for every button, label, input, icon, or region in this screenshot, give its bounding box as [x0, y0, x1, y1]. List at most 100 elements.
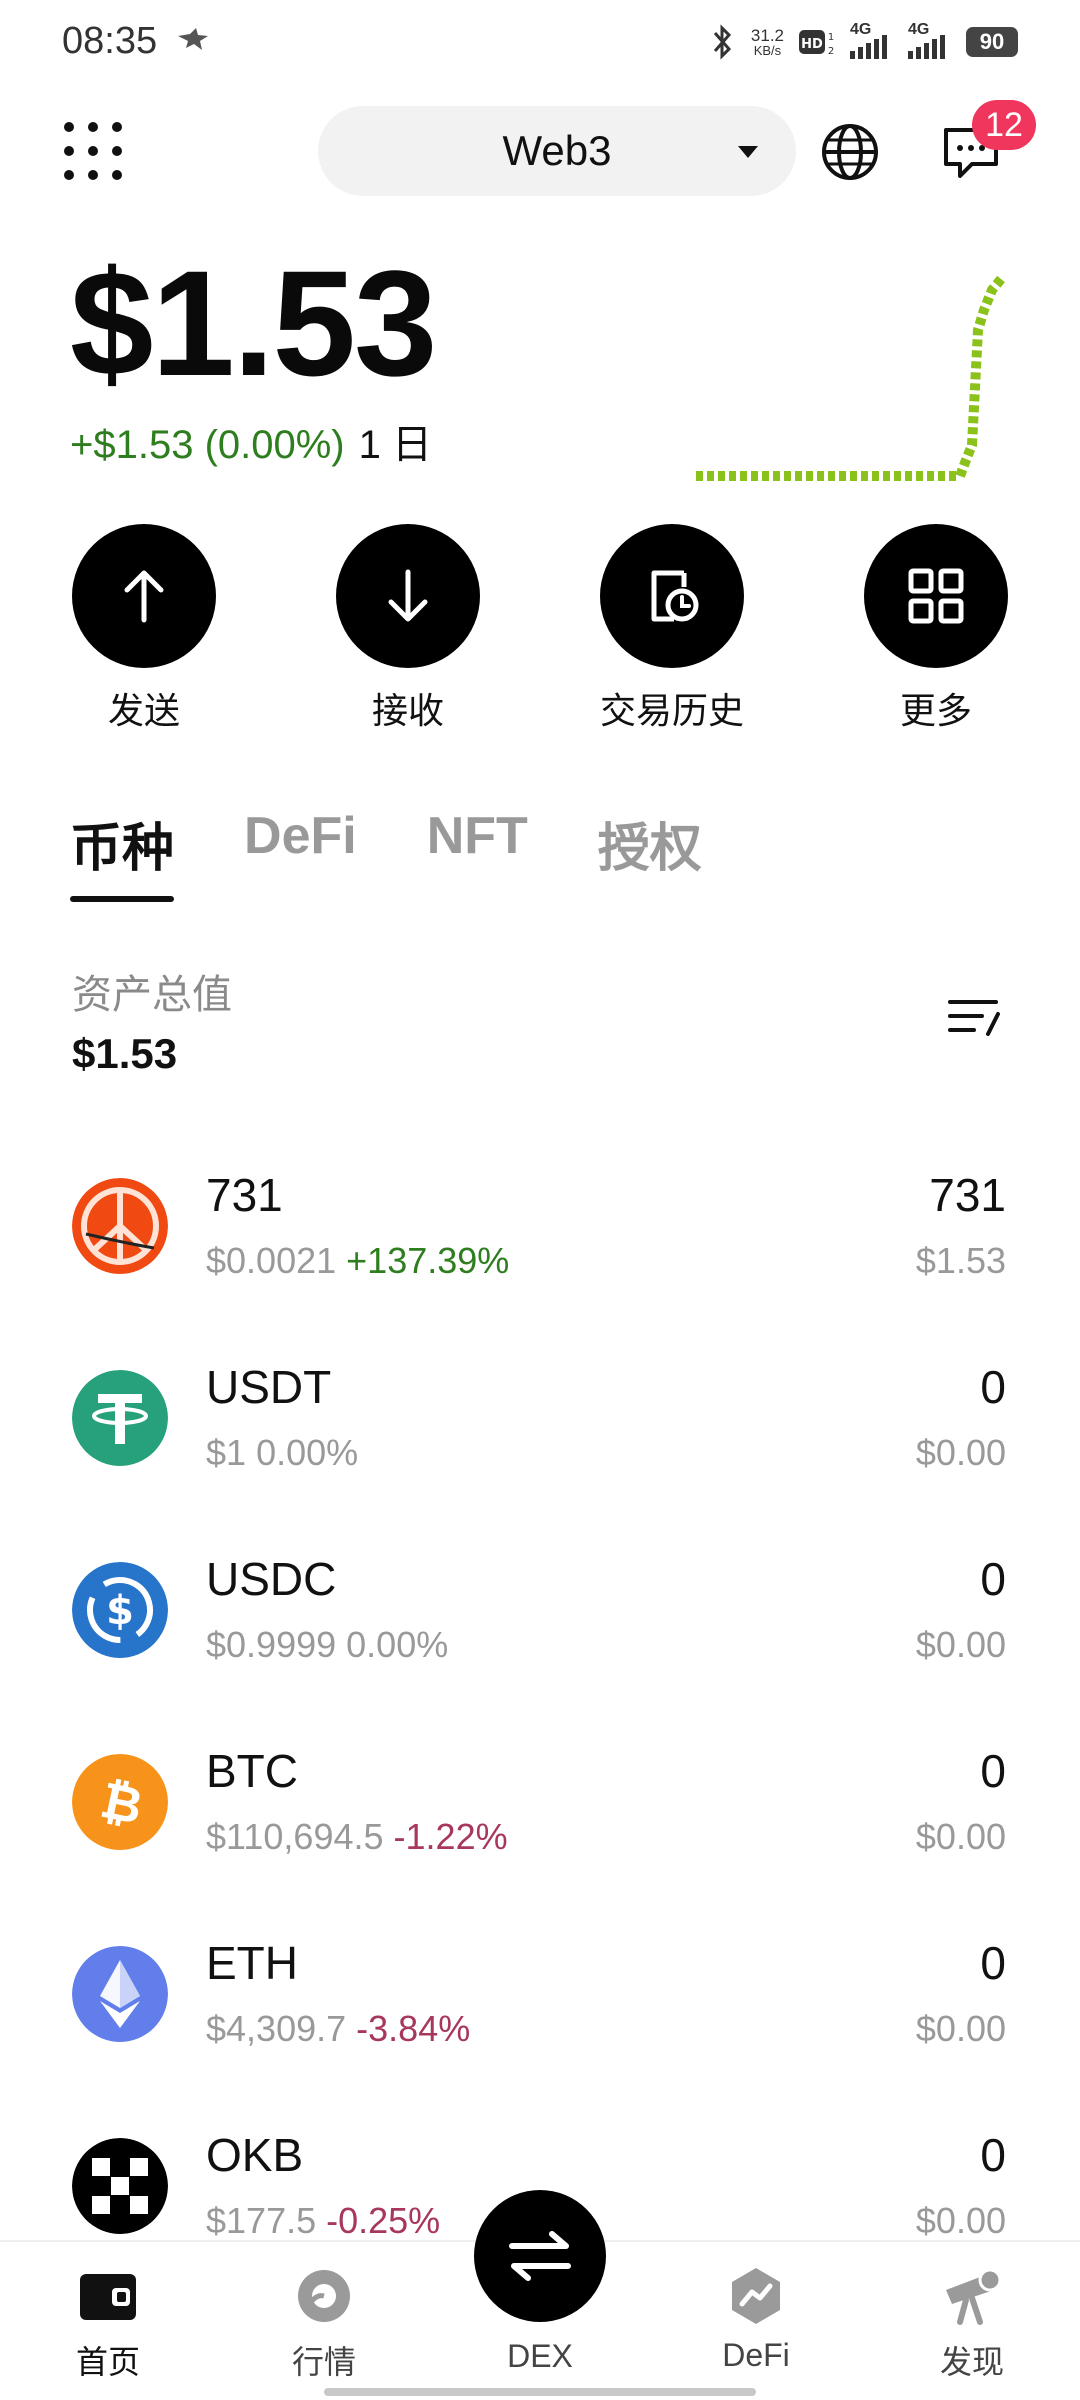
more-button[interactable]: 更多 — [826, 524, 1046, 734]
globe-icon[interactable] — [820, 122, 880, 182]
token-value: $0.00 — [915, 1624, 1006, 1665]
status-bar: 08:35 31.2 KB/s HD 1 2 4G 4G 90 — [0, 0, 1080, 84]
token-price-line: $0.9999 0.00% — [206, 1624, 448, 1666]
nav-home[interactable]: 首页 — [18, 2242, 198, 2383]
token-row-btc[interactable]: ₿ BTC $110,694.5 -1.22% 0 $0.00 — [0, 1724, 1080, 1916]
token-row-usdt[interactable]: USDT $1 0.00% 0 $0.00 — [0, 1340, 1080, 1532]
dex-swap-button[interactable] — [474, 2190, 606, 2322]
chevron-down-icon — [738, 146, 758, 158]
nav-home-label: 首页 — [75, 2344, 140, 2380]
token-price: $4,309.7 — [206, 2008, 347, 2049]
history-label: 交易历史 — [599, 690, 744, 731]
asset-total-value: $1.53 — [72, 1030, 178, 1077]
token-row-731[interactable]: 731 $0.0021 +137.39% 731 $1.53 — [0, 1148, 1080, 1340]
token-change: -1.22% — [393, 1816, 508, 1857]
app-notification-icon — [178, 28, 208, 50]
token-symbol: OKB — [206, 2129, 304, 2181]
apps-grid-icon[interactable] — [64, 122, 122, 180]
eth-logo-icon — [72, 1946, 168, 2042]
token-symbol: USDT — [206, 1361, 332, 1413]
svg-text:HD: HD — [801, 37, 823, 52]
send-label: 发送 — [107, 690, 180, 731]
token-731-logo-icon — [72, 1178, 168, 1274]
market-icon — [298, 2270, 350, 2322]
nav-market[interactable]: 行情 — [234, 2242, 414, 2383]
defi-icon — [732, 2268, 780, 2324]
btc-logo-icon: ₿ — [72, 1754, 168, 1850]
nav-dex-label: DEX — [507, 2338, 573, 2374]
token-change: -3.84% — [356, 2008, 471, 2049]
token-value: $1.53 — [915, 1240, 1006, 1281]
nav-market-label: 行情 — [291, 2344, 356, 2380]
tab-tokens[interactable]: 币种 — [70, 806, 175, 906]
wallet-switcher[interactable]: Web3 — [318, 106, 796, 196]
token-price: $177.5 — [206, 2200, 317, 2241]
token-amount: 0 — [980, 1937, 1006, 1989]
tab-defi[interactable]: DeFi — [244, 806, 357, 906]
arrow-up-icon — [124, 570, 164, 623]
action-buttons: 发送 接收 交易历史 更多 — [0, 524, 1080, 734]
token-change: +137.39% — [346, 1240, 510, 1281]
total-balance: $1.53 — [70, 239, 437, 407]
nav-defi-label: DeFi — [722, 2337, 790, 2373]
token-price-line: $177.5 -0.25% — [206, 2200, 440, 2242]
asset-tabs: 币种 DeFi NFT 授权 — [70, 806, 702, 916]
svg-text:2: 2 — [828, 46, 834, 57]
status-time: 08:35 — [62, 20, 158, 62]
token-price: $0.9999 — [206, 1624, 337, 1665]
token-amount: 731 — [929, 1169, 1006, 1221]
token-price-line: $4,309.7 -3.84% — [206, 2008, 470, 2050]
token-symbol: USDC — [206, 1553, 337, 1605]
token-row-eth[interactable]: ETH $4,309.7 -3.84% 0 $0.00 — [0, 1916, 1080, 2108]
wallet-icon — [80, 2274, 136, 2320]
token-symbol: 731 — [206, 1169, 283, 1221]
nav-discover-label: 发现 — [939, 2344, 1004, 2380]
token-symbol: BTC — [206, 1745, 298, 1797]
arrow-down-icon — [388, 569, 428, 622]
usdt-logo-icon — [72, 1370, 168, 1466]
balance-change-row: +$1.53 (0.00%) 1 日 — [70, 412, 432, 470]
token-change: -0.25% — [326, 2200, 441, 2241]
send-button[interactable]: 发送 — [34, 524, 254, 734]
token-row-usdc[interactable]: $ USDC $0.9999 0.00% 0 $0.00 — [0, 1532, 1080, 1724]
home-indicator[interactable] — [324, 2388, 756, 2396]
token-change: 0.00% — [346, 1624, 449, 1665]
history-icon — [651, 570, 699, 622]
discover-icon — [946, 2268, 1002, 2325]
wallet-label: Web3 — [502, 127, 612, 174]
tab-nft[interactable]: NFT — [427, 806, 528, 906]
history-button[interactable]: 交易历史 — [562, 524, 782, 734]
signal-1-icon: 4G — [850, 21, 894, 59]
token-symbol: ETH — [206, 1937, 298, 1989]
status-icons: 31.2 KB/s HD 1 2 4G 4G 90 — [707, 21, 1018, 62]
balance-sparkline — [696, 274, 1006, 481]
swap-icon — [509, 2231, 571, 2281]
token-value: $0.00 — [915, 1432, 1006, 1473]
token-price: $110,694.5 — [206, 1816, 384, 1857]
token-price: $0.0021 — [206, 1240, 337, 1281]
token-amount: 0 — [980, 2129, 1006, 2181]
token-price: $1 — [206, 1432, 247, 1473]
token-amount: 0 — [980, 1553, 1006, 1605]
receive-label: 接收 — [371, 690, 444, 731]
tab-approvals[interactable]: 授权 — [598, 806, 702, 906]
receive-button[interactable]: 接收 — [298, 524, 518, 734]
nav-discover[interactable]: 发现 — [882, 2242, 1062, 2383]
change-period[interactable]: 1 日 — [359, 412, 432, 470]
more-label: 更多 — [899, 690, 972, 731]
token-price-line: $0.0021 +137.39% — [206, 1240, 509, 1282]
nav-defi[interactable]: DeFi — [666, 2242, 846, 2374]
token-price-line: $1 0.00% — [206, 1432, 358, 1474]
sort-filter-icon[interactable] — [946, 994, 1002, 1042]
grid-icon — [908, 568, 964, 624]
token-change: 0.00% — [256, 1432, 359, 1473]
token-value: $0.00 — [915, 2008, 1006, 2049]
token-amount: 0 — [980, 1745, 1006, 1797]
net-speed: 31.2 KB/s — [750, 26, 784, 58]
battery-icon: 90 — [966, 27, 1018, 57]
hd-voice-icon: HD 1 2 — [799, 30, 834, 57]
token-price-line: $110,694.5 -1.22% — [206, 1816, 508, 1858]
token-amount: 0 — [980, 1361, 1006, 1413]
bluetooth-icon — [713, 24, 731, 60]
top-header: Web3 12 — [0, 84, 1080, 216]
